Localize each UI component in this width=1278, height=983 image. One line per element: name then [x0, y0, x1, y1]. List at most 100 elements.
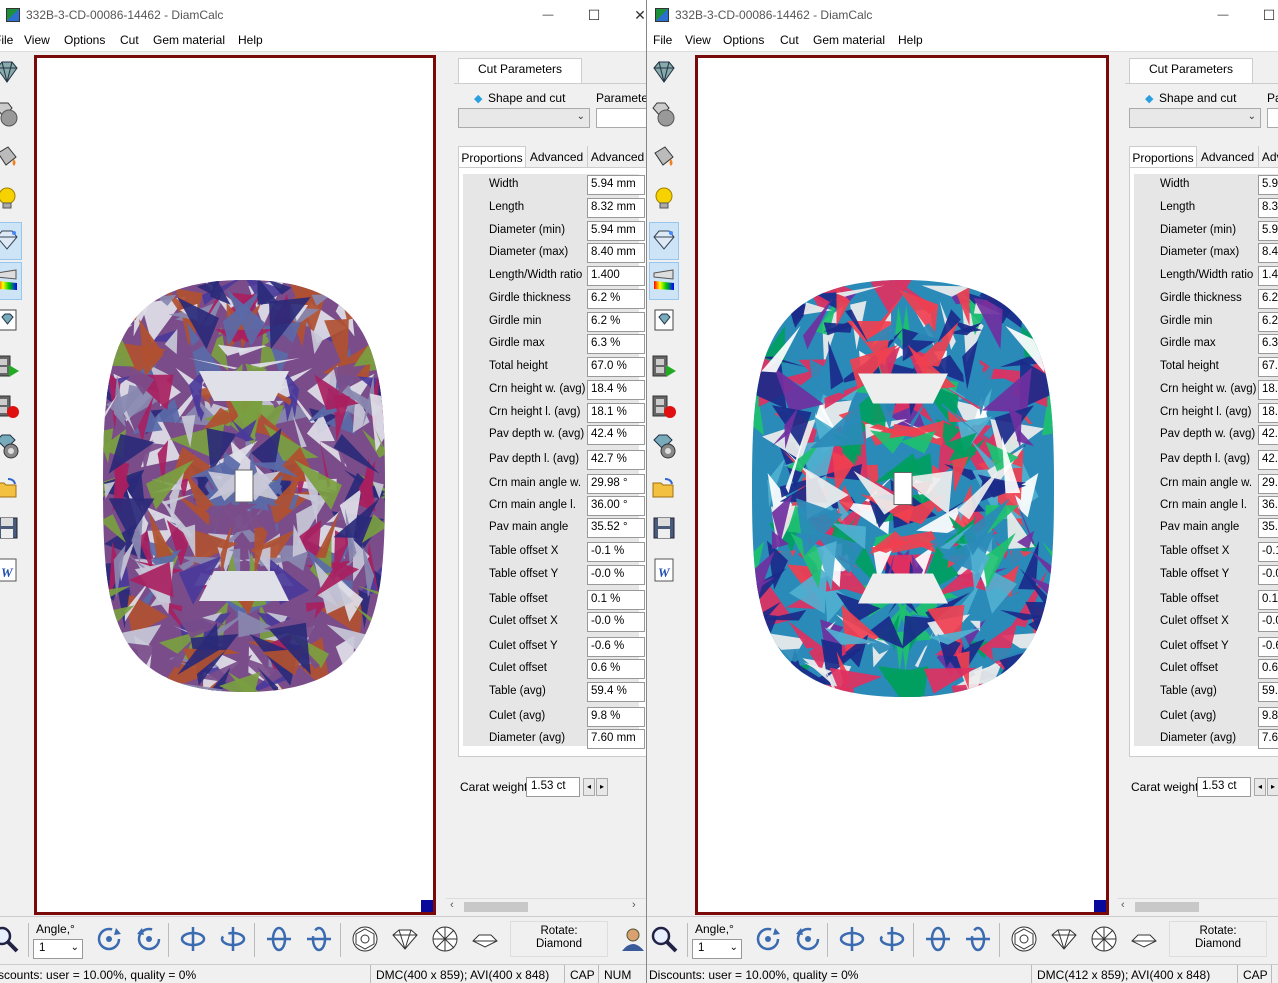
rotate-mode-button[interactable]: Rotate: Diamond	[510, 921, 608, 957]
parameter-field[interactable]	[1267, 108, 1278, 128]
param-value-total-height[interactable]: 67.0 %	[587, 357, 645, 377]
scrollbar-thumb[interactable]	[464, 902, 528, 912]
profile-view-button[interactable]	[1127, 923, 1161, 957]
menu-options[interactable]: Options	[723, 33, 764, 47]
param-value-girdle-min[interactable]: 6.2 %	[587, 312, 645, 332]
param-value-culet-offset[interactable]: 0.6 %	[587, 659, 645, 679]
tab-cut-parameters[interactable]: Cut Parameters	[458, 58, 582, 84]
toolbar-button-film-settings[interactable]	[0, 428, 22, 466]
toolbar-button-certificate[interactable]	[649, 302, 679, 340]
param-value-culet-offset-y[interactable]: -0.6 %	[587, 637, 645, 657]
toolbar-button-paint-bucket[interactable]	[649, 138, 679, 176]
param-value-culet-offset-y[interactable]: -0.6	[1258, 637, 1278, 657]
tab-proportions[interactable]: Proportions	[1129, 146, 1197, 168]
scroll-left-icon[interactable]: ‹	[1121, 899, 1125, 911]
scroll-left-icon[interactable]: ‹	[450, 899, 454, 911]
param-value-table-avg-[interactable]: 59.	[1258, 682, 1278, 702]
param-value-crn-height-l-avg-[interactable]: 18.1 %	[587, 403, 645, 423]
flip-v-up-button[interactable]	[921, 923, 955, 957]
param-value-culet-offset[interactable]: 0.6	[1258, 659, 1278, 679]
param-value-crn-main-angle-l-[interactable]: 36.00 °	[587, 496, 645, 516]
param-value-total-height[interactable]: 67.	[1258, 357, 1278, 377]
menu-options[interactable]: Options	[64, 33, 105, 47]
menu-view[interactable]: View	[24, 33, 50, 47]
toolbar-button-save-disk[interactable]	[649, 510, 679, 548]
param-value-crn-main-angle-l-[interactable]: 36.	[1258, 496, 1278, 516]
zoom-button[interactable]	[0, 923, 22, 957]
side-view-button[interactable]	[1047, 923, 1081, 957]
toolbar-button-paint-bucket[interactable]	[0, 138, 22, 176]
gem-viewport[interactable]	[695, 55, 1109, 915]
param-value-table-offset[interactable]: 0.1	[1258, 590, 1278, 610]
toolbar-button-sphere[interactable]	[649, 96, 679, 134]
menu-help[interactable]: Help	[898, 33, 923, 47]
menu-help[interactable]: Help	[238, 33, 263, 47]
rotate-cw-button[interactable]	[751, 923, 785, 957]
horizontal-scrollbar[interactable]: ‹ ›	[446, 898, 646, 914]
flip-v-up-button[interactable]	[262, 923, 296, 957]
param-value-girdle-thickness[interactable]: 6.2 %	[587, 289, 645, 309]
angle-select[interactable]: 1 ⌄	[33, 939, 83, 959]
flip-h-left-button[interactable]	[176, 923, 210, 957]
toolbar-button-word-doc[interactable]: W	[0, 552, 22, 590]
toolbar-button-film-play[interactable]	[0, 348, 22, 386]
toolbar-button-open-folder[interactable]	[649, 470, 679, 508]
scrollbar-thumb[interactable]	[1135, 902, 1199, 912]
tab-advanced-2[interactable]: Advanced	[588, 146, 646, 168]
carat-increase-button[interactable]: ▸	[1267, 778, 1278, 796]
scroll-right-icon[interactable]: ›	[632, 899, 636, 911]
user-settings-button[interactable]	[616, 923, 646, 957]
carat-weight-field[interactable]: 1.53 ct	[526, 777, 580, 797]
maximize-button[interactable]: ☐	[1259, 6, 1278, 24]
toolbar-button-spectrum[interactable]	[649, 262, 679, 300]
toolbar-button-light-bulb[interactable]	[0, 180, 22, 218]
toolbar-button-film-record[interactable]	[0, 388, 22, 426]
param-value-pav-main-angle[interactable]: 35.52 °	[587, 518, 645, 538]
toolbar-button-diamond-sparkle[interactable]	[649, 222, 679, 260]
toolbar-button-spectrum[interactable]	[0, 262, 22, 300]
param-value-pav-depth-w-avg-[interactable]: 42.	[1258, 425, 1278, 445]
param-value-diameter-max-[interactable]: 8.40 mm	[587, 243, 645, 263]
menu-cut[interactable]: Cut	[120, 33, 139, 47]
param-value-crn-height-w-avg-[interactable]: 18.	[1258, 380, 1278, 400]
param-value-table-offset-x[interactable]: -0.1 %	[587, 542, 645, 562]
param-value-girdle-max[interactable]: 6.3	[1258, 334, 1278, 354]
param-value-length-width-ratio[interactable]: 1.400	[587, 266, 645, 286]
tab-advanced-2[interactable]: Advanced	[1259, 146, 1278, 168]
parameter-field[interactable]	[596, 108, 646, 128]
toolbar-button-certificate[interactable]	[0, 302, 22, 340]
param-value-width[interactable]: 5.94 mm	[587, 175, 645, 195]
carat-increase-button[interactable]: ▸	[596, 778, 608, 796]
carat-decrease-button[interactable]: ◂	[583, 778, 595, 796]
rotate-ccw-button[interactable]	[132, 923, 166, 957]
tab-cut-parameters[interactable]: Cut Parameters	[1129, 58, 1253, 84]
toolbar-button-film-play[interactable]	[649, 348, 679, 386]
zoom-button[interactable]	[647, 923, 681, 957]
flip-h-right-button[interactable]	[216, 923, 250, 957]
param-value-crn-main-angle-w-[interactable]: 29.98 °	[587, 474, 645, 494]
tab-advanced[interactable]: Advanced	[526, 146, 588, 168]
param-value-table-offset-y[interactable]: -0.0	[1258, 565, 1278, 585]
maximize-button[interactable]: ☐	[584, 6, 604, 24]
toolbar-button-word-doc[interactable]: W	[649, 552, 679, 590]
flip-v-down-button[interactable]	[302, 923, 336, 957]
gem-viewport[interactable]	[34, 55, 436, 915]
toolbar-button-save-disk[interactable]	[0, 510, 22, 548]
close-button[interactable]: ✕	[630, 6, 646, 24]
menu-gem-material[interactable]: Gem material	[153, 33, 225, 47]
param-value-culet-offset-x[interactable]: -0.0 %	[587, 612, 645, 632]
param-value-table-avg-[interactable]: 59.4 %	[587, 682, 645, 702]
toolbar-button-sphere[interactable]	[0, 96, 22, 134]
param-value-table-offset-y[interactable]: -0.0 %	[587, 565, 645, 585]
menu-view[interactable]: View	[685, 33, 711, 47]
param-value-table-offset-x[interactable]: -0.1	[1258, 542, 1278, 562]
toolbar-button-light-bulb[interactable]	[649, 180, 679, 218]
top-view-button[interactable]	[1007, 923, 1041, 957]
param-value-length-width-ratio[interactable]: 1.4	[1258, 266, 1278, 286]
carat-decrease-button[interactable]: ◂	[1254, 778, 1266, 796]
flip-h-right-button[interactable]	[875, 923, 909, 957]
carat-weight-field[interactable]: 1.53 ct	[1197, 777, 1251, 797]
tab-advanced[interactable]: Advanced	[1197, 146, 1259, 168]
rotate-mode-button[interactable]: Rotate: Diamond	[1169, 921, 1267, 957]
param-value-culet-offset-x[interactable]: -0.0	[1258, 612, 1278, 632]
